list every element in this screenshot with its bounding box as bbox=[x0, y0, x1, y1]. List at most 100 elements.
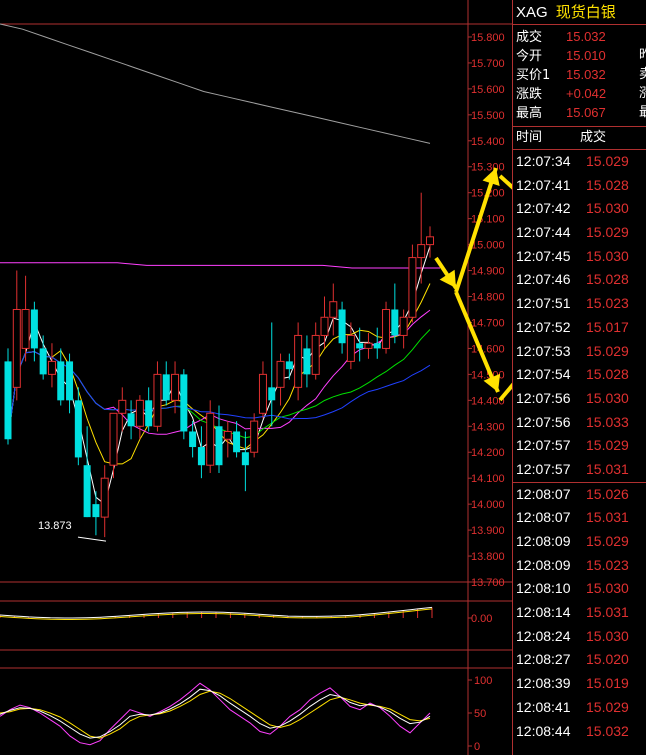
tick-row: 12:08:27 15.020 bbox=[513, 648, 646, 672]
tick-price: 15.030 bbox=[586, 389, 629, 406]
y-tick-label: 14.100 bbox=[471, 473, 505, 485]
tick-time: 12:07:44 bbox=[516, 224, 571, 241]
candle-body bbox=[100, 477, 109, 518]
candle-body bbox=[83, 465, 91, 518]
quote-row: 买价1 15.032 卖 bbox=[513, 65, 646, 84]
tick-row: 12:07:42 15.030 bbox=[513, 197, 646, 221]
candle-body bbox=[426, 236, 434, 246]
tick-time: 12:07:34 bbox=[516, 153, 571, 169]
y-tick-label: 14.900 bbox=[471, 266, 505, 278]
quote-label: 买价1 bbox=[516, 68, 551, 83]
tick-time: 12:07:46 bbox=[516, 271, 571, 288]
candle-body bbox=[373, 343, 381, 349]
tick-row: 12:07:52 15.017 bbox=[513, 316, 646, 340]
tick-price: 15.029 bbox=[586, 437, 629, 454]
quote-value: 15.032 bbox=[566, 29, 606, 44]
candle-body bbox=[223, 430, 232, 440]
candle-body bbox=[233, 431, 241, 453]
candle-body bbox=[145, 400, 153, 427]
tick-row: 12:08:39 15.019 bbox=[513, 672, 646, 696]
ma-line-flat bbox=[0, 262, 440, 269]
quote-value: 15.032 bbox=[566, 67, 606, 82]
instrument-name: 现货白银 bbox=[555, 3, 616, 21]
y-tick-label: 15.000 bbox=[471, 240, 505, 252]
quote-value: +0.042 bbox=[566, 86, 607, 101]
candle-body bbox=[180, 374, 188, 432]
low-annotation: 13.873 bbox=[38, 520, 72, 532]
quote-extra-label: 昨 bbox=[639, 48, 646, 63]
ma-line-long bbox=[0, 23, 431, 144]
quote-panel: XAG 现货白银 成交 15.032 今开 15.010 昨买价1 15.032 卖涨跌 +0.… bbox=[512, 0, 646, 755]
tick-time: 12:08:07 bbox=[516, 485, 571, 502]
tick-row: 12:07:41 15.028 bbox=[513, 174, 646, 198]
candle-body bbox=[197, 447, 205, 466]
tick-price: 15.028 bbox=[586, 271, 629, 288]
tick-time: 12:07:56 bbox=[516, 389, 571, 406]
tick-row: 12:08:44 15.032 bbox=[513, 720, 646, 744]
candle-body bbox=[303, 348, 311, 375]
tick-row: 12:07:34 15.029 bbox=[513, 150, 646, 174]
tick-price: 15.030 bbox=[586, 580, 629, 597]
y-tick-label: 13.800 bbox=[471, 551, 505, 563]
tick-row: 12:07:51 15.023 bbox=[513, 292, 646, 316]
tick-time: 12:08:09 bbox=[516, 556, 571, 573]
y-tick-label: 15.800 bbox=[471, 32, 505, 44]
quote-value: 15.010 bbox=[566, 48, 606, 63]
y-tick-label: 14.200 bbox=[471, 447, 505, 459]
quote-extra-label: 最 bbox=[639, 105, 646, 120]
tick-time: 12:08:09 bbox=[516, 533, 571, 549]
candle-body bbox=[118, 399, 127, 414]
y-tick-label: 15.300 bbox=[471, 162, 505, 174]
y-tick-label: 100 bbox=[474, 675, 492, 687]
tick-price: 15.031 bbox=[586, 509, 629, 526]
candle-body bbox=[4, 361, 12, 440]
tick-row: 12:07:54 15.028 bbox=[513, 363, 646, 387]
candle-body bbox=[171, 373, 180, 401]
tick-row: 12:08:14 15.031 bbox=[513, 601, 646, 625]
candle-body bbox=[215, 426, 223, 466]
tick-time: 12:08:41 bbox=[516, 698, 571, 715]
tick-time: 12:07:53 bbox=[516, 342, 571, 359]
tick-price: 15.019 bbox=[586, 675, 629, 692]
y-tick-label: 0 bbox=[474, 741, 480, 753]
tick-price: 15.026 bbox=[586, 485, 629, 502]
candle-body bbox=[276, 360, 285, 388]
candle-body bbox=[338, 309, 346, 344]
candle-body bbox=[250, 420, 259, 453]
tick-list[interactable]: 12:07:34 15.029 12:07:41 15.028 12:07:42 15.0… bbox=[513, 150, 646, 743]
tick-price: 15.029 bbox=[586, 153, 629, 169]
quote-row: 最高 15.067 最 bbox=[513, 103, 646, 122]
candle-body bbox=[189, 431, 197, 448]
candle-body bbox=[47, 360, 56, 375]
tick-row: 12:08:07 15.031 bbox=[513, 506, 646, 530]
y-tick-label: 13.900 bbox=[471, 525, 505, 537]
tick-price: 15.030 bbox=[586, 200, 629, 217]
tick-price: 15.028 bbox=[586, 176, 629, 193]
tick-row: 12:07:57 15.031 bbox=[513, 458, 646, 482]
candle-body bbox=[382, 308, 391, 349]
tick-time: 12:07:57 bbox=[516, 460, 571, 477]
quote-row: 涨跌 +0.042 涨 bbox=[513, 84, 646, 103]
tick-row: 12:08:10 15.030 bbox=[513, 577, 646, 601]
y-tick-label: 50 bbox=[474, 708, 486, 720]
quote-extra-label: 涨 bbox=[639, 86, 646, 101]
tick-price: 15.029 bbox=[586, 533, 629, 549]
tick-price: 15.020 bbox=[586, 651, 629, 668]
tick-row: 12:07:45 15.030 bbox=[513, 245, 646, 269]
tick-row: 12:08:09 15.029 bbox=[513, 530, 646, 554]
tick-time: 12:08:10 bbox=[516, 580, 571, 597]
tick-price: 15.033 bbox=[586, 413, 629, 430]
tick-time: 12:08:44 bbox=[516, 722, 571, 739]
tick-time: 12:08:07 bbox=[516, 509, 571, 526]
candle-body bbox=[66, 361, 74, 401]
quote-label: 今开 bbox=[516, 49, 543, 64]
y-tick-label: 0.00 bbox=[471, 613, 492, 625]
candle-body bbox=[12, 308, 21, 388]
tick-price: 15.023 bbox=[586, 556, 629, 573]
y-tick-label: 14.300 bbox=[471, 421, 505, 433]
tick-time: 12:07:56 bbox=[516, 413, 571, 430]
tick-price: 15.030 bbox=[586, 247, 629, 264]
tick-price: 15.031 bbox=[586, 604, 629, 621]
y-tick-label: 14.800 bbox=[471, 292, 505, 304]
candle-body bbox=[162, 374, 170, 401]
